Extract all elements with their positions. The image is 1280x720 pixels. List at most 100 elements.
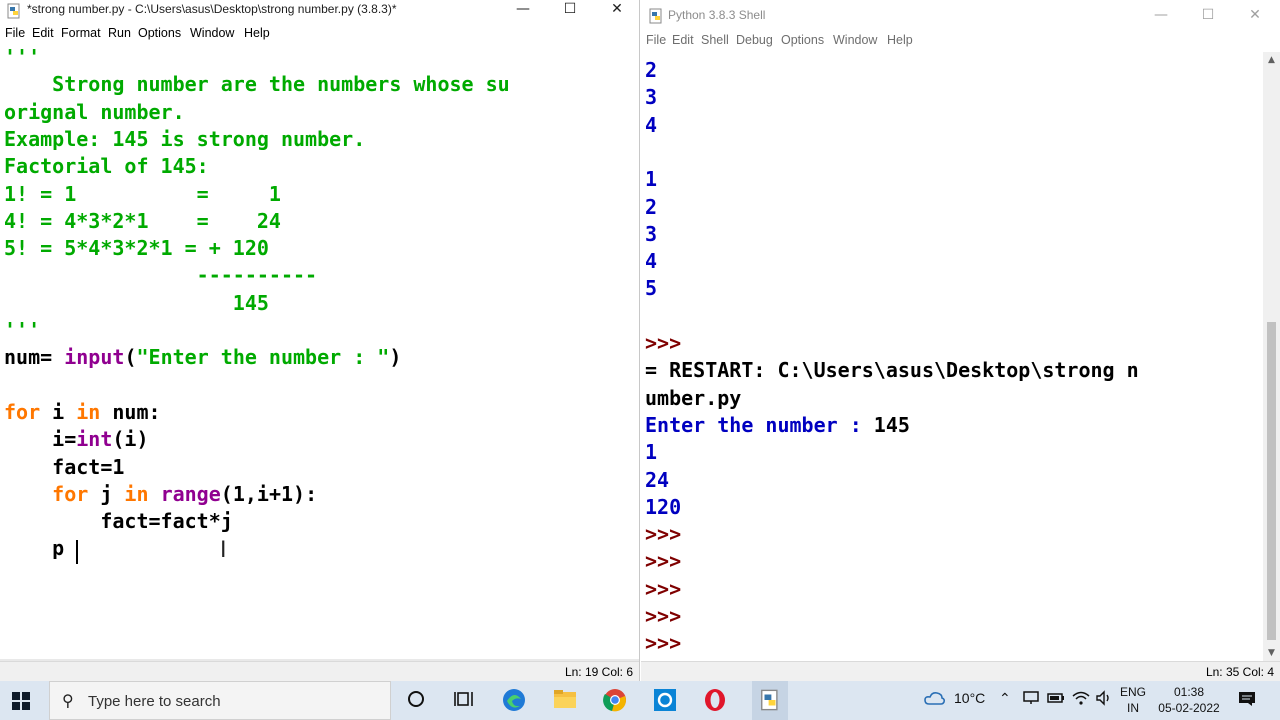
shell-token: umber.py xyxy=(645,385,742,410)
close-button[interactable]: ✕ xyxy=(594,0,639,22)
wifi-icon[interactable] xyxy=(1072,690,1090,709)
clock[interactable]: 01:38 05-02-2022 xyxy=(1154,684,1224,716)
editor-token xyxy=(149,482,161,506)
shell-token: 24 xyxy=(645,467,670,492)
cortana-icon[interactable] xyxy=(403,688,429,714)
editor-cursor-position: Ln: 19 Col: 6 xyxy=(564,665,633,679)
shell-close-button[interactable]: ✕ xyxy=(1232,6,1278,28)
shell-line: 2 xyxy=(645,194,657,221)
cortana-app-icon[interactable] xyxy=(652,688,678,714)
shell-token: >>> xyxy=(645,631,682,656)
edge-browser-icon[interactable] xyxy=(501,688,527,714)
shell-line: >>> xyxy=(645,521,681,548)
editor-statusbar: Ln: 19 Col: 6 xyxy=(0,661,639,681)
shell-token: 1 xyxy=(645,440,658,465)
shell-line: Enter the number : 145 xyxy=(645,412,910,439)
editor-line: 5! = 5*4*3*2*1 = + 120 xyxy=(4,235,269,262)
scroll-up-icon[interactable]: ▲ xyxy=(1263,52,1280,68)
shell-titlebar[interactable]: Python 3.8.3 Shell — ☐ ✕ xyxy=(641,0,1280,30)
editor-token: Factorial of 145: xyxy=(4,154,209,179)
shell-window: Python 3.8.3 Shell — ☐ ✕ File Edit Shell De… xyxy=(641,0,1280,681)
shell-menu-shell[interactable]: Shell xyxy=(701,33,729,47)
shell-line: umber.py xyxy=(645,385,741,412)
maximize-button[interactable]: ☐ xyxy=(547,0,593,22)
shell-line: >>> xyxy=(645,603,681,630)
shell-line: 5 xyxy=(645,275,657,302)
editor-token: ''' xyxy=(4,318,41,342)
editor-token: input xyxy=(64,345,125,370)
file-explorer-icon[interactable] xyxy=(552,688,578,714)
shell-minimize-button[interactable]: — xyxy=(1138,6,1184,28)
editor-token: p xyxy=(4,536,65,561)
shell-menu-help[interactable]: Help xyxy=(887,33,913,47)
shell-token: 4 xyxy=(645,249,658,274)
editor-token: num= xyxy=(4,345,65,370)
minimize-button[interactable]: — xyxy=(500,0,546,22)
shell-line: >>> xyxy=(645,548,681,575)
editor-line: for i in num: xyxy=(4,399,161,426)
windows-start-icon[interactable] xyxy=(12,692,30,710)
taskbar-search-box[interactable]: ⚲ Type here to search xyxy=(49,681,391,720)
shell-menu-debug[interactable]: Debug xyxy=(736,33,773,47)
shell-line: 1 xyxy=(645,166,657,193)
shell-vertical-scrollbar[interactable]: ▲ ▼ xyxy=(1263,52,1280,661)
shell-menu-options[interactable]: Options xyxy=(781,33,824,47)
tray-chevron-up-icon[interactable]: ⌃ xyxy=(999,690,1011,707)
editor-menu-help[interactable]: Help xyxy=(244,26,270,40)
editor-token: int xyxy=(76,427,113,452)
network-icon[interactable] xyxy=(1022,690,1040,709)
shell-menu-file[interactable]: File xyxy=(646,33,666,47)
language-indicator[interactable]: ENG IN xyxy=(1118,684,1148,716)
editor-token: (1,i+1): xyxy=(220,481,318,506)
shell-statusbar: Ln: 35 Col: 4 xyxy=(641,661,1280,681)
chrome-icon[interactable] xyxy=(602,688,628,714)
shell-token: 1 xyxy=(645,167,658,192)
shell-line: 120 xyxy=(645,494,681,521)
editor-line: ---------- xyxy=(4,262,317,289)
editor-token: in xyxy=(76,399,101,424)
shell-token: 3 xyxy=(645,221,658,246)
editor-token: for xyxy=(4,399,41,424)
editor-menu-file[interactable]: File xyxy=(5,26,25,40)
weather-icon[interactable] xyxy=(924,690,946,709)
region-code: IN xyxy=(1127,701,1139,715)
editor-menu-options[interactable]: Options xyxy=(138,26,181,40)
shell-line: 4 xyxy=(645,248,657,275)
editor-menu-edit[interactable]: Edit xyxy=(32,26,54,40)
editor-menu-format[interactable]: Format xyxy=(61,26,101,40)
clock-date: 05-02-2022 xyxy=(1158,701,1220,715)
editor-menu-window[interactable]: Window xyxy=(190,26,234,40)
taskbar: ⚲ Type here to search 10°C ⌃ ENG IN 01:3… xyxy=(0,681,1280,720)
scroll-down-icon[interactable]: ▼ xyxy=(1263,645,1280,661)
battery-icon[interactable] xyxy=(1047,690,1065,709)
python-idle-taskbar-icon[interactable] xyxy=(752,681,788,720)
shell-token: 2 xyxy=(645,58,658,82)
opera-icon[interactable] xyxy=(702,688,728,714)
shell-line: 3 xyxy=(645,221,657,248)
shell-token: >>> xyxy=(645,331,682,355)
scroll-thumb[interactable] xyxy=(1267,322,1276,640)
shell-line: >>> xyxy=(645,630,681,657)
clock-time: 01:38 xyxy=(1173,685,1205,699)
editor-line: fact=fact*j xyxy=(4,508,232,535)
language-code: ENG xyxy=(1119,685,1146,699)
shell-token: = RESTART: C:\Users\asus\Desktop\strong … xyxy=(645,358,1139,383)
editor-line: ''' xyxy=(4,44,40,71)
editor-token: i xyxy=(40,399,77,424)
editor-token: Example: 145 is strong number. xyxy=(4,126,366,151)
notifications-icon[interactable] xyxy=(1238,691,1256,710)
weather-temperature[interactable]: 10°C xyxy=(954,690,985,706)
task-view-icon[interactable] xyxy=(451,688,477,714)
editor-line: ''' xyxy=(4,317,40,344)
editor-token: ( xyxy=(124,345,137,370)
editor-menu-run[interactable]: Run xyxy=(108,26,131,40)
editor-line: 1! = 1 = 1 xyxy=(4,181,281,208)
shell-menu-window[interactable]: Window xyxy=(833,33,877,47)
shell-line: = RESTART: C:\Users\asus\Desktop\strong … xyxy=(645,357,1139,384)
shell-maximize-button[interactable]: ☐ xyxy=(1185,6,1231,28)
editor-titlebar[interactable]: *strong number.py - C:\Users\asus\Deskto… xyxy=(0,0,639,22)
shell-menu-edit[interactable]: Edit xyxy=(672,33,694,47)
search-icon: ⚲ xyxy=(62,691,74,710)
volume-icon[interactable] xyxy=(1095,690,1113,709)
text-caret xyxy=(76,540,78,564)
